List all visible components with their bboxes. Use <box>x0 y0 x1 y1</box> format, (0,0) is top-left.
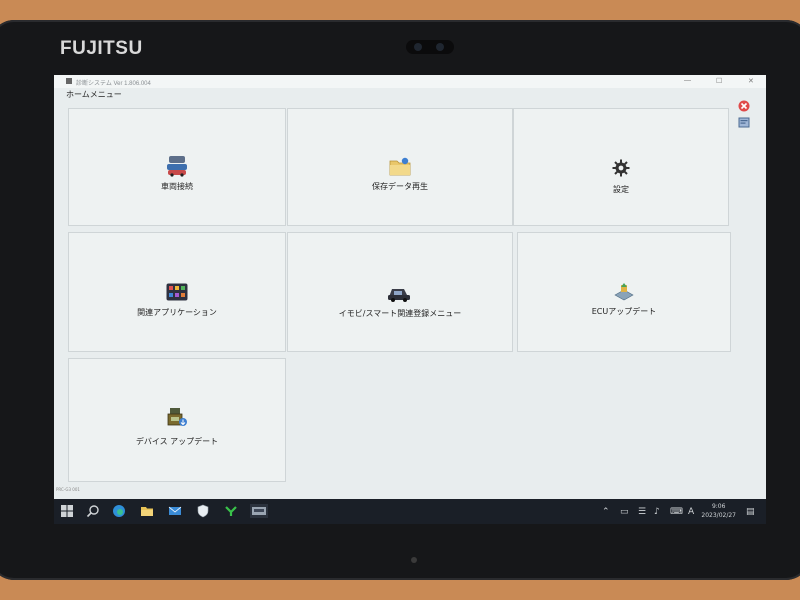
tile-immobilizer-smart-registration[interactable]: イモビ/スマート関連登録メニュー <box>287 232 513 352</box>
tile-label: 関連アプリケーション <box>137 308 217 317</box>
shield-icon[interactable] <box>196 504 210 518</box>
battery-icon[interactable]: ▭ <box>620 507 629 517</box>
search-icon[interactable] <box>86 504 100 518</box>
app-icon <box>66 78 72 84</box>
front-camera <box>406 40 454 54</box>
screen: 診断システム Ver 1.806.004 — ☐ ✕ ホームメニュー 車両接続 … <box>54 75 766 524</box>
tile-vehicle-connect[interactable]: 車両接続 <box>68 108 286 226</box>
window-titlebar: 診断システム Ver 1.806.004 — ☐ ✕ <box>54 75 766 88</box>
tile-label: イモビ/スマート関連登録メニュー <box>338 309 462 318</box>
app-grid-icon <box>166 283 188 301</box>
ime-indicator[interactable]: A <box>688 507 694 517</box>
folder-playback-icon <box>389 157 411 176</box>
help-icon[interactable] <box>738 113 750 128</box>
edge-browser-icon[interactable] <box>112 504 126 518</box>
tile-related-apps[interactable]: 関連アプリケーション <box>68 232 286 352</box>
tile-settings[interactable]: 設定 <box>513 108 729 226</box>
notification-icon[interactable]: ▤ <box>746 507 755 517</box>
status-text: PRC-G3 001 <box>56 487 80 492</box>
tile-saved-data-playback[interactable]: 保存データ再生 <box>287 108 513 226</box>
file-explorer-icon[interactable] <box>140 504 154 518</box>
window-title: 診断システム Ver 1.806.004 <box>76 81 151 87</box>
windows-start-icon[interactable] <box>60 504 74 518</box>
home-indicator <box>411 557 417 563</box>
clock-date: 2023/02/27 <box>701 512 736 519</box>
tile-device-update[interactable]: デバイス アップデート <box>68 358 286 482</box>
device-update-icon <box>167 408 187 426</box>
vehicle-connect-icon <box>167 156 187 177</box>
tray-overflow-icon[interactable]: ⌃ <box>602 507 610 517</box>
clock[interactable]: 9:06 2023/02/27 <box>701 502 736 520</box>
close-button[interactable]: ✕ <box>748 77 754 85</box>
mail-icon[interactable] <box>168 504 182 518</box>
tile-label: デバイス アップデート <box>135 437 219 446</box>
minimize-button[interactable]: — <box>684 77 691 84</box>
green-app-icon[interactable] <box>224 504 238 518</box>
tile-label: 保存データ再生 <box>372 182 428 191</box>
car-key-icon <box>388 289 410 302</box>
maximize-button[interactable]: ☐ <box>716 77 722 85</box>
network-icon[interactable]: ☰ <box>638 507 646 517</box>
tile-label: 車両接続 <box>161 182 193 191</box>
exit-icon[interactable] <box>738 97 750 112</box>
tile-ecu-update[interactable]: ECUアップデート <box>517 232 731 352</box>
tile-label: ECUアップデート <box>591 307 657 316</box>
diagnostic-app-taskbar-icon[interactable] <box>250 504 268 518</box>
keyboard-icon[interactable]: ⌨ <box>670 507 683 517</box>
tile-label: 設定 <box>613 185 629 194</box>
brand-logo: FUJITSU <box>60 38 143 59</box>
clock-time: 9:06 <box>711 503 726 510</box>
taskbar: ⌃ ▭ ☰ ♪ ⌨ A 9:06 2023/02/27 ▤ <box>54 499 766 524</box>
gear-icon <box>612 159 630 177</box>
page-title: ホームメニュー <box>66 90 122 99</box>
volume-icon[interactable]: ♪ <box>654 507 660 517</box>
ecu-update-icon <box>614 283 634 301</box>
